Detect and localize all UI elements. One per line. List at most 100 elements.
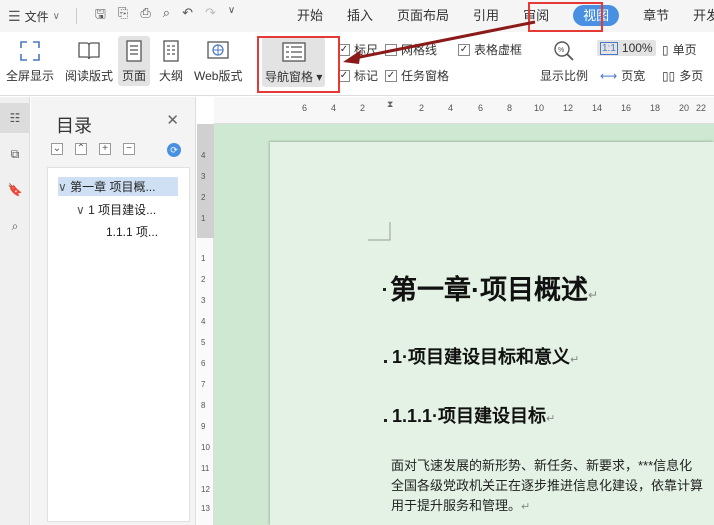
paragraph-line[interactable]: 面对飞速发展的新形势、新任务、新要求，***信息化	[391, 455, 692, 474]
single-page-button[interactable]: ▯ 单页	[662, 41, 697, 58]
zoom-100-button[interactable]: 1:1 100%	[597, 40, 656, 56]
tab-chapter[interactable]: 章节	[631, 0, 681, 32]
heading-bullet	[384, 419, 387, 422]
paragraph-line[interactable]: 用于提升服务和管理。↵	[391, 495, 530, 514]
toc-item-label: 1 项目建设...	[88, 203, 157, 217]
ruler-number: 6	[302, 103, 308, 113]
fullscreen-button[interactable]: 全屏显示	[6, 38, 54, 84]
ruler-number: 8	[201, 401, 206, 410]
ruler-number: 13	[201, 504, 210, 513]
zoom-100-label: 100%	[621, 41, 653, 55]
magnifier-icon: %	[551, 38, 577, 64]
nav-pane-title: 目录	[56, 116, 92, 136]
undo-icon[interactable]: ↶	[182, 5, 193, 27]
heading-bullet	[383, 288, 386, 291]
return-mark: ↵	[570, 354, 580, 366]
ruler-number: 4	[331, 103, 337, 113]
hamburger-icon: ☰	[8, 7, 21, 24]
export-icon[interactable]: ⎘	[118, 5, 128, 27]
reading-mode-button[interactable]: 阅读版式	[65, 38, 113, 84]
ruler-number: 2	[201, 193, 206, 202]
return-mark: ↵	[546, 413, 556, 425]
navigation-pane: 目录 ✕ ⌄ ⌃ + − ⟳ ∨ 第一章 项目概... ∨ 1 项目建设... …	[31, 97, 196, 525]
more-chevron-icon[interactable]: ∨	[228, 5, 235, 27]
single-page-label: 单页	[672, 43, 697, 57]
redo-icon[interactable]: ↷	[205, 5, 216, 27]
page-icon	[121, 38, 147, 64]
heading-1[interactable]: 第一章·项目概述↵	[390, 268, 598, 307]
return-mark: ↵	[521, 501, 531, 513]
ruler-number: 18	[650, 103, 661, 113]
search-icon[interactable]: ⌕	[0, 211, 30, 241]
tab-home[interactable]: 开始	[285, 0, 335, 32]
horizontal-ruler[interactable]: 6 4 2 ⧗ 2 4 6 8 10 12 14 16 18 20 22	[214, 97, 714, 124]
ruler-number: 7	[201, 380, 206, 389]
remove-heading-icon[interactable]: −	[123, 143, 135, 155]
ruler-number: 16	[621, 103, 632, 113]
outline-view-button[interactable]: 大纲	[158, 38, 184, 84]
fullscreen-label: 全屏显示	[6, 69, 55, 83]
ruler-number: 4	[201, 151, 206, 160]
sync-icon[interactable]: ⟳	[167, 143, 181, 157]
save-icon[interactable]: 🖫	[95, 5, 106, 27]
page-width-icon: ⟷	[600, 68, 618, 83]
heading-2-text: 1·项目建设目标和意义	[392, 347, 571, 367]
annotation-arrow	[343, 20, 536, 64]
ruler-number: 1	[201, 214, 206, 223]
zoom-100-icon: 1:1	[600, 41, 618, 55]
outline-view-label: 大纲	[158, 69, 183, 83]
print-preview-icon[interactable]: ⌕	[163, 5, 170, 27]
svg-text:%: %	[558, 47, 564, 54]
heading-2[interactable]: 1·项目建设目标和意义↵	[392, 343, 579, 369]
expand-all-icon[interactable]: ⌃	[75, 143, 87, 155]
chevron-down-icon: ∨	[52, 10, 60, 22]
ruler-number: 12	[201, 485, 210, 494]
reading-mode-label: 阅读版式	[65, 69, 114, 83]
file-menu-label: 文件	[24, 9, 49, 24]
page-width-button[interactable]: ⟷ 页宽	[600, 67, 645, 84]
web-view-button[interactable]: Web版式	[194, 38, 242, 84]
margin-corner-mark	[368, 222, 391, 241]
toc-item-level2[interactable]: ∨ 1 项目建设...	[76, 201, 156, 218]
ruler-number: 14	[592, 103, 603, 113]
tab-developer[interactable]: 开发工具	[681, 0, 714, 32]
nav-pane-highlight	[257, 36, 340, 93]
expand-icon[interactable]: ∨	[76, 203, 85, 217]
chapter-panel-icon[interactable]: ⧉	[0, 139, 30, 169]
zoom-button[interactable]: % 显示比例	[540, 38, 588, 84]
toc-item-label: 第一章 项目概...	[70, 180, 156, 194]
ruler-number: 4	[201, 317, 206, 326]
paragraph-line[interactable]: 全国各级党政机关正在逐步推进信息化建设，依靠计算	[391, 475, 703, 494]
toc-panel-icon[interactable]: ☷	[0, 103, 30, 133]
ruler-number: 10	[534, 103, 545, 113]
toc-item-level3[interactable]: 1.1.1 项...	[106, 223, 158, 240]
collapse-all-icon[interactable]: ⌄	[51, 143, 63, 155]
web-icon	[205, 38, 231, 64]
single-page-icon: ▯	[662, 42, 669, 57]
toc-item-level1[interactable]: ∨ 第一章 项目概...	[58, 177, 178, 196]
close-icon[interactable]: ✕	[166, 111, 179, 129]
zoom-label: 显示比例	[540, 69, 589, 83]
multi-page-button[interactable]: ▯▯ 多页	[662, 67, 703, 84]
heading-bullet	[384, 360, 387, 363]
ruler-number: 4	[448, 103, 454, 113]
ruler-number: 2	[201, 275, 206, 284]
toc-item-label: 1.1.1 项...	[106, 225, 159, 239]
toc-tree: ∨ 第一章 项目概... ∨ 1 项目建设... 1.1.1 项...	[47, 167, 190, 522]
expand-icon[interactable]: ∨	[58, 180, 67, 194]
multi-page-label: 多页	[679, 69, 704, 83]
bookmark-icon[interactable]: 🔖	[0, 175, 30, 205]
heading-3-text: 1.1.1·项目建设目标	[392, 406, 547, 426]
add-heading-icon[interactable]: +	[99, 143, 111, 155]
page-view-button[interactable]: 页面	[118, 36, 150, 86]
ruler-number: 1	[201, 254, 206, 263]
file-menu[interactable]: ☰ 文件 ∨	[0, 0, 68, 32]
fullscreen-icon	[17, 38, 43, 64]
page-view-label: 页面	[121, 69, 146, 83]
print-icon[interactable]: ⎙	[140, 5, 150, 27]
heading-3[interactable]: 1.1.1·项目建设目标↵	[392, 402, 555, 428]
ruler-number: 10	[201, 443, 210, 452]
indent-marker-icon[interactable]: ⧗	[387, 99, 393, 110]
page-width-label: 页宽	[621, 69, 646, 83]
vertical-ruler[interactable]: 4 3 2 1 1 2 3 4 5 6 7 8 9 10 11 12 13	[197, 124, 214, 525]
